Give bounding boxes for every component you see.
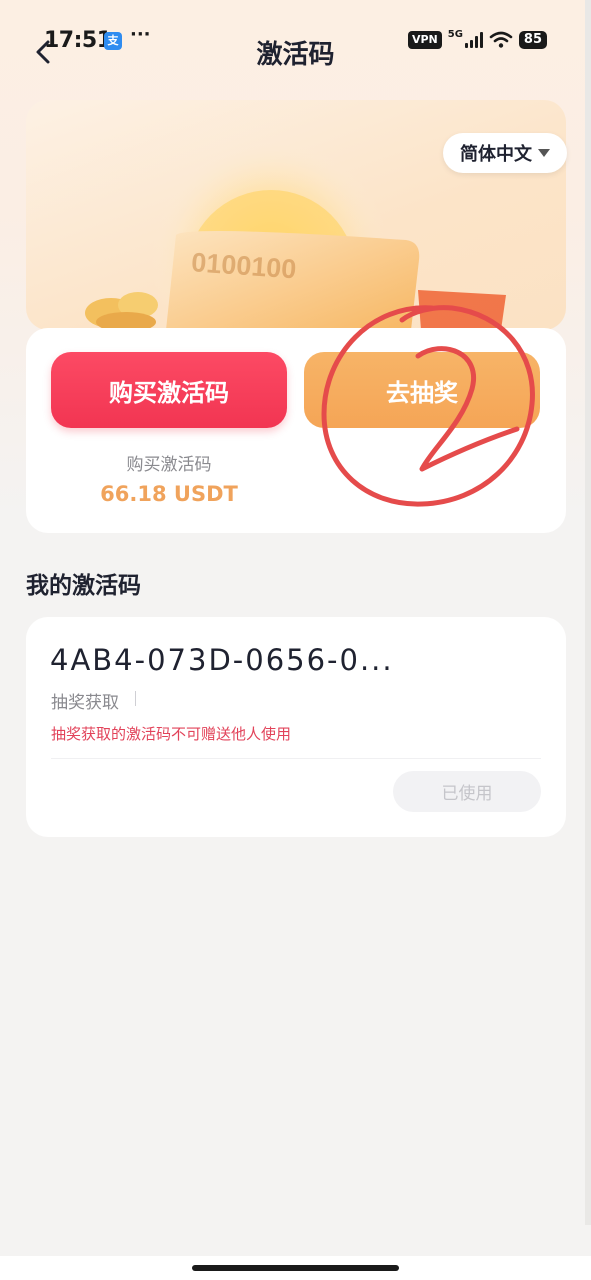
language-dropdown[interactable]: 简体中文 [443, 133, 567, 173]
price-value: 66.18 USDT [100, 482, 238, 506]
card-divider [51, 758, 541, 759]
language-label: 简体中文 [460, 144, 532, 165]
activation-code-value[interactable]: 4AB4-073D-0656-0... [50, 643, 394, 677]
activation-code-page: 17:51 支 ··· VPN 5G 85 激活码 0100100 简体中文 购… [0, 0, 591, 1280]
scrollbar-track [585, 0, 591, 1225]
price-label: 购买激活码 [126, 455, 212, 475]
section-title-my-codes: 我的激活码 [26, 573, 141, 599]
go-lottery-button[interactable]: 去抽奖 [304, 352, 540, 428]
gift-ribbon-icon [85, 292, 158, 330]
caret-down-icon [538, 149, 550, 157]
source-divider [135, 691, 136, 706]
used-status-button[interactable]: 已使用 [393, 771, 541, 812]
page-title: 激活码 [256, 40, 335, 70]
code-source-label: 抽奖获取 [51, 693, 119, 713]
buy-activation-code-button[interactable]: 购买激活码 [51, 352, 287, 428]
transfer-warning-text: 抽奖获取的激活码不可赠送他人使用 [51, 725, 292, 743]
home-indicator[interactable] [192, 1265, 399, 1271]
